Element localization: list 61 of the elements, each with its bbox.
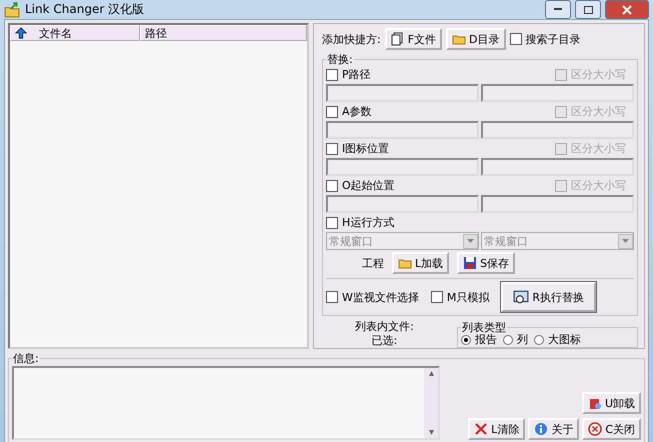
input-field[interactable]	[481, 121, 634, 139]
checkbox[interactable]: O起始位置	[326, 178, 395, 193]
input-field[interactable]	[481, 158, 634, 176]
scroll-up-arrow-icon	[428, 371, 434, 376]
checkbox[interactable]: H运行方式	[326, 215, 634, 230]
minimize-icon	[554, 8, 562, 11]
close-icon	[588, 422, 602, 436]
column-header[interactable]: 路径	[140, 25, 307, 41]
app-icon	[4, 2, 20, 18]
file-list[interactable]: 文件名 路径	[8, 23, 309, 349]
arrow-up-icon	[15, 27, 27, 39]
input-field[interactable]	[326, 158, 479, 176]
add-button[interactable]: D目录	[446, 28, 506, 50]
close-icon	[622, 4, 632, 14]
x-mark-icon	[474, 422, 488, 436]
input-field[interactable]	[481, 195, 634, 213]
project-button[interactable]: S保存	[457, 252, 516, 274]
checkbox[interactable]: 搜索子目录	[510, 32, 581, 46]
box-icon	[588, 396, 602, 410]
selected-count-label: 已选:	[372, 334, 398, 348]
radio-button[interactable]: 大图标	[534, 332, 581, 347]
column-label: 文件名	[39, 26, 72, 40]
minimize-button[interactable]	[545, 0, 571, 19]
checkbox[interactable]: P路径	[326, 67, 371, 82]
maximize-icon	[584, 6, 592, 14]
maximize-button[interactable]	[575, 0, 601, 19]
input-field[interactable]	[481, 84, 634, 102]
checkbox[interactable]: W监视文件选择	[326, 290, 419, 304]
radio-button[interactable]: 列	[503, 332, 528, 347]
dropdown-arrow-icon	[622, 239, 629, 243]
group-title: 列表类型	[461, 320, 507, 334]
column-header[interactable]: 文件名	[10, 25, 140, 41]
project-button[interactable]: L加载	[392, 252, 450, 274]
dropdown-arrow-icon	[467, 239, 474, 243]
scroll-down-arrow-icon	[428, 430, 434, 435]
column-label: 路径	[145, 26, 167, 40]
window-title: Link Changer 汉化版	[25, 1, 144, 18]
group-title: 替换:	[326, 52, 354, 67]
checkbox[interactable]: A参数	[326, 104, 372, 119]
info-text-area[interactable]	[12, 366, 440, 440]
group-title: 信息:	[12, 351, 40, 366]
execute-button[interactable]: R执行替换	[501, 282, 596, 312]
checkbox[interactable]: M只模拟	[430, 290, 490, 304]
add-shortcut-label: 添加快捷方:	[322, 32, 381, 46]
close-button[interactable]	[605, 0, 649, 19]
file-count-label: 列表内文件:	[355, 320, 414, 334]
action-button[interactable]: L清除	[468, 418, 526, 440]
radio-button[interactable]: 报告	[461, 332, 497, 347]
uninstall-button[interactable]: U卸载	[582, 392, 641, 414]
input-field[interactable]	[326, 121, 479, 139]
input-field[interactable]	[326, 84, 479, 102]
document-icon	[390, 32, 405, 46]
project-label: 工程	[362, 256, 384, 270]
action-button[interactable]: 关于	[528, 418, 580, 440]
magnifier-icon	[513, 289, 530, 305]
action-button[interactable]: C关闭	[582, 418, 641, 440]
scrollbar[interactable]	[424, 368, 438, 438]
checkbox[interactable]: I图标位置	[326, 141, 390, 156]
input-field[interactable]	[326, 195, 479, 213]
info-icon	[534, 422, 548, 436]
add-button[interactable]: F文件	[384, 28, 442, 50]
